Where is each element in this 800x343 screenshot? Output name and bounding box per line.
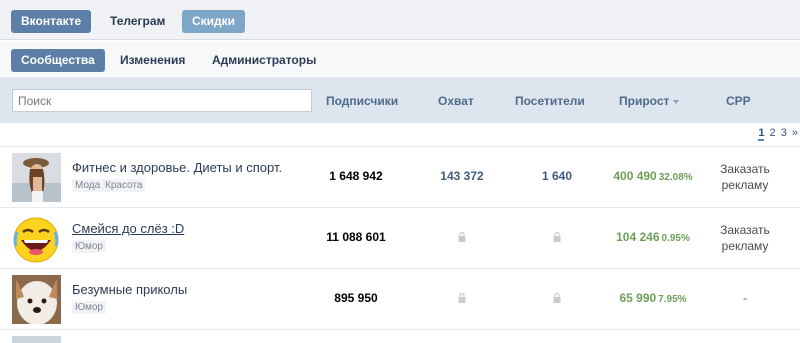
- growth-number: 104 246: [616, 230, 660, 244]
- community-avatar[interactable]: [12, 214, 61, 263]
- order-ad-link[interactable]: Заказать рекламу: [712, 161, 778, 193]
- pagination: 1 2 3 »: [758, 127, 800, 145]
- category-tag[interactable]: Юмор: [72, 301, 106, 314]
- community-avatar[interactable]: [12, 336, 61, 343]
- growth-value: 65 990 7.95%: [598, 291, 708, 305]
- column-reach[interactable]: Охват: [438, 94, 474, 108]
- tab-discounts[interactable]: Скидки: [182, 10, 246, 33]
- page-link-2[interactable]: 2: [770, 127, 776, 139]
- order-ad-line1: Заказать: [720, 162, 770, 176]
- subscribers-value: 1 648 942: [329, 169, 383, 183]
- lock-icon: [553, 232, 561, 242]
- lock-icon: [458, 293, 466, 303]
- page-link-1[interactable]: 1: [758, 127, 765, 141]
- visitors-value: 1 640: [541, 169, 573, 183]
- subscribers-value: 11 088 601: [326, 230, 386, 244]
- column-cpp[interactable]: CPP: [726, 94, 751, 108]
- top-tabs-bar: Вконтакте Телеграм Скидки: [0, 0, 800, 40]
- column-subscribers[interactable]: Подписчики: [326, 94, 398, 108]
- growth-number: 65 990: [619, 291, 657, 305]
- community-avatar[interactable]: [12, 153, 61, 202]
- category-tag[interactable]: Мода: [72, 179, 104, 192]
- category-tag[interactable]: Юмор: [72, 240, 106, 253]
- page-next[interactable]: »: [792, 127, 798, 139]
- table-header: Подписчики Охват Посетители Прирост CPP: [0, 78, 800, 123]
- tab-telegram[interactable]: Телеграм: [100, 10, 175, 33]
- growth-number: 400 490: [613, 169, 657, 183]
- sort-down-icon: [673, 99, 680, 104]
- subscribers-value: 895 950: [334, 291, 378, 305]
- community-name[interactable]: Фитнес и здоровье. Диеты и спорт.: [72, 160, 282, 175]
- tab-vkontakte[interactable]: Вконтакте: [11, 10, 92, 33]
- growth-value: 104 246 0.95%: [598, 230, 708, 244]
- category-tag[interactable]: Красота: [102, 179, 146, 192]
- column-visitors[interactable]: Посетители: [515, 94, 585, 108]
- community-avatar[interactable]: [12, 275, 61, 324]
- table-row: [0, 329, 800, 343]
- search-input[interactable]: [12, 89, 312, 112]
- community-name[interactable]: Безумные приколы: [72, 282, 187, 297]
- table-row: Безумные приколы Юмор 895 950 65 990 7.95…: [0, 268, 800, 329]
- column-growth-label: Прирост: [619, 94, 670, 108]
- subtab-changes[interactable]: Изменения: [110, 49, 195, 72]
- cpp-empty: -: [743, 291, 747, 305]
- order-ad-line2: рекламу: [721, 239, 769, 253]
- sub-tabs-bar: Сообщества Изменения Администраторы: [0, 41, 800, 78]
- lock-icon: [458, 232, 466, 242]
- order-ad-line1: Заказать: [720, 223, 770, 237]
- growth-percent: 7.95%: [658, 294, 687, 305]
- growth-percent: 0.95%: [661, 233, 690, 244]
- subtab-administrators[interactable]: Администраторы: [202, 49, 326, 72]
- community-name[interactable]: Смейся до слёз :D: [72, 221, 184, 236]
- reach-value: 143 372: [440, 169, 484, 183]
- order-ad-link[interactable]: Заказать рекламу: [712, 222, 778, 254]
- table-row: Фитнес и здоровье. Диеты и спорт. Мода К…: [0, 146, 800, 207]
- column-growth[interactable]: Прирост: [619, 94, 680, 108]
- page-link-3[interactable]: 3: [781, 127, 787, 139]
- growth-percent: 32.08%: [658, 172, 693, 183]
- table-row: Смейся до слёз :D Юмор 11 088 601 104 24…: [0, 207, 800, 268]
- growth-value: 400 490 32.08%: [598, 169, 708, 183]
- order-ad-line2: рекламу: [721, 178, 769, 192]
- lock-icon: [553, 293, 561, 303]
- subtab-communities[interactable]: Сообщества: [11, 49, 105, 72]
